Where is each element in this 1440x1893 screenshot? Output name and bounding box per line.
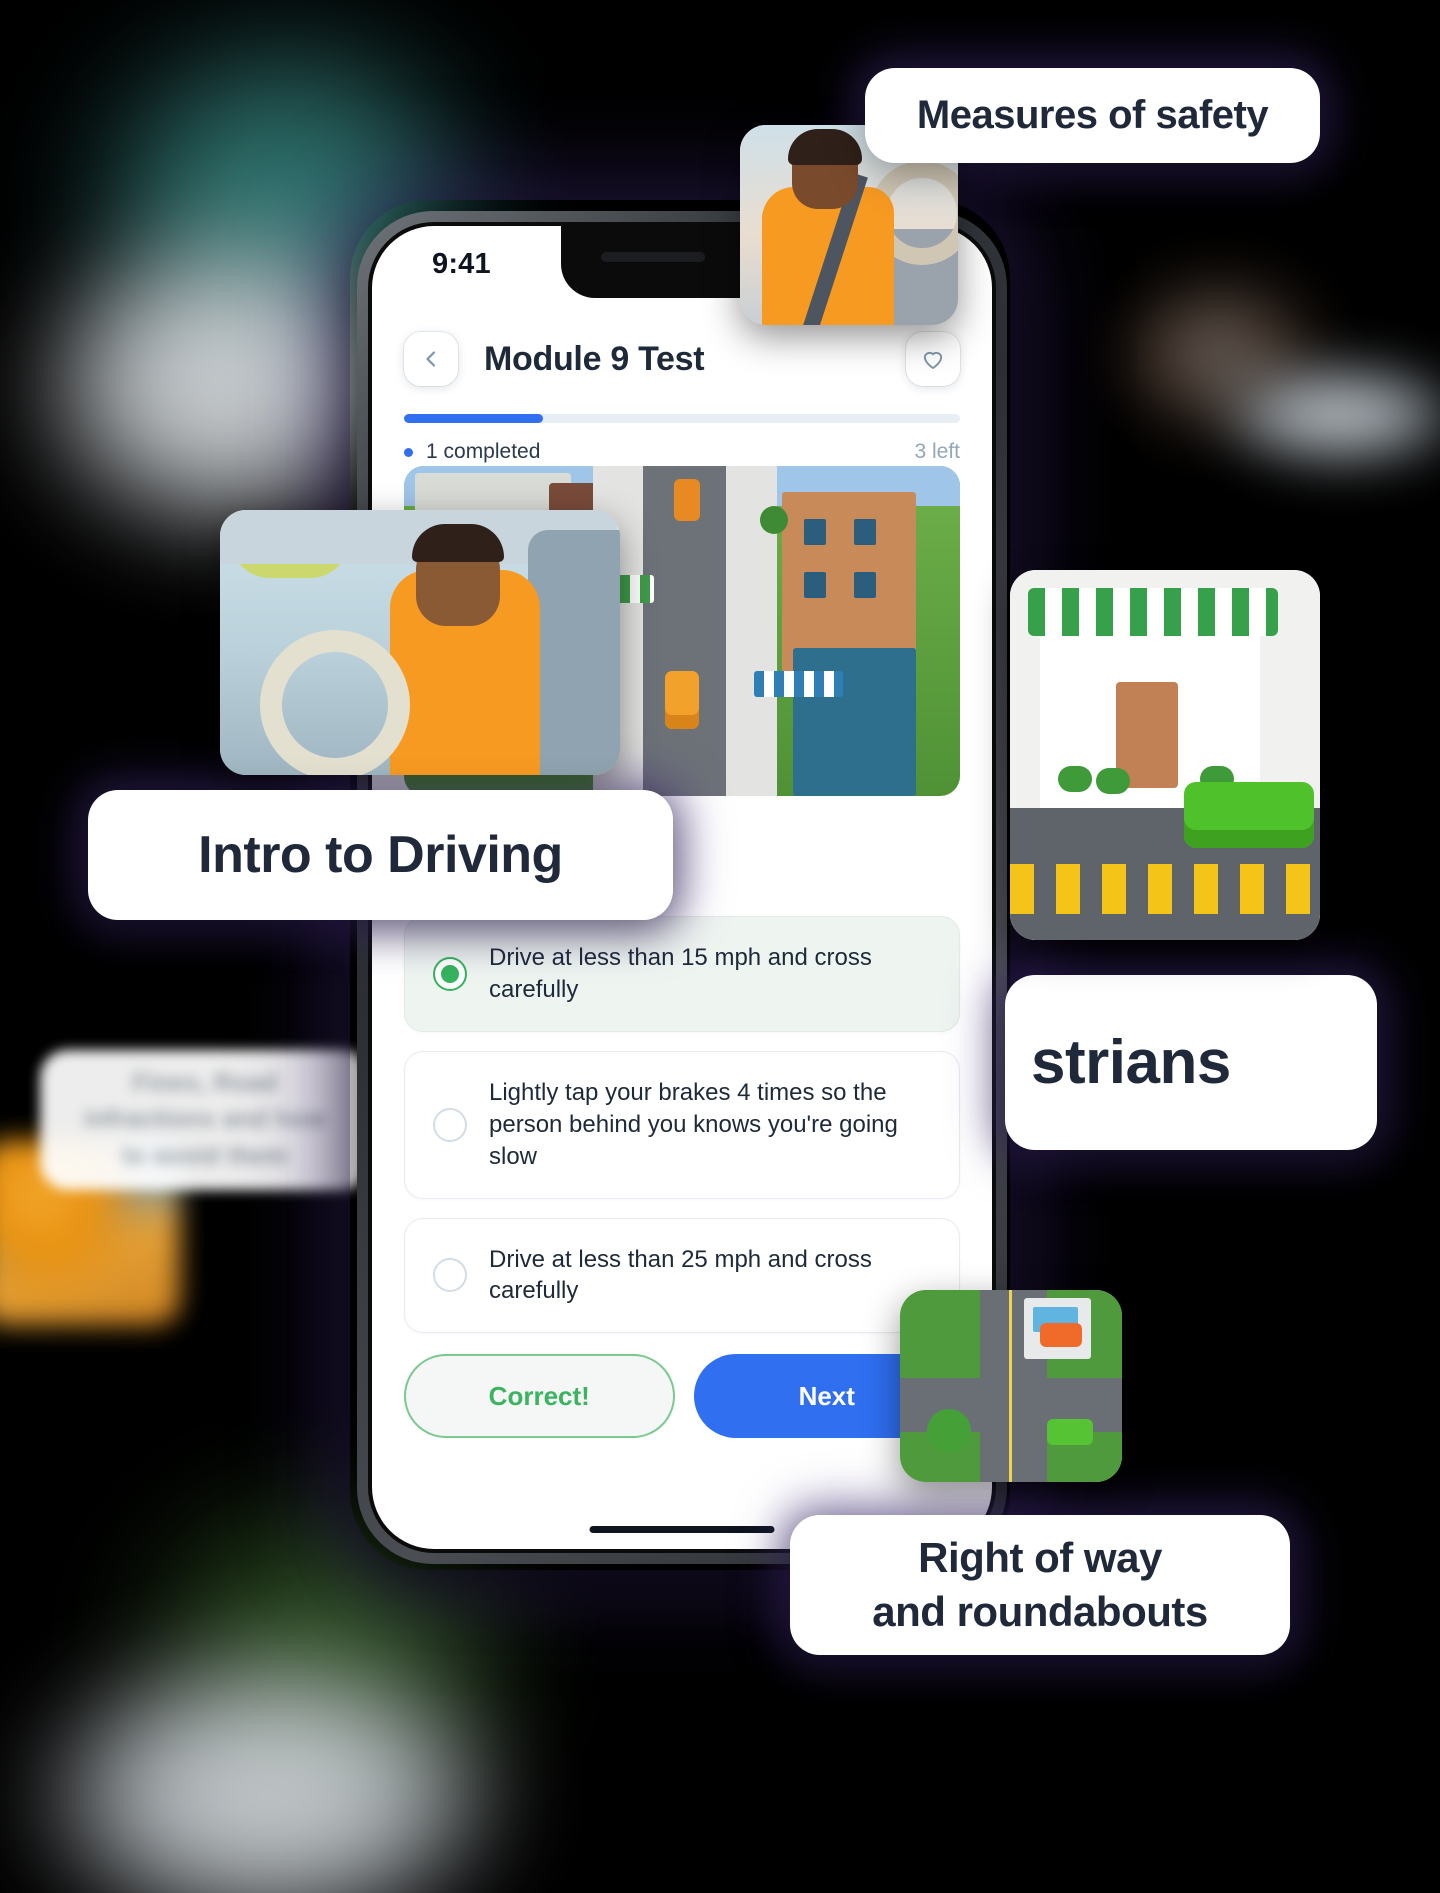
chip-intro-label: Intro to Driving [198,826,563,884]
scene-tree-3 [759,505,788,534]
thumbnail-driver [220,510,620,775]
scene-window-4 [854,571,877,598]
chip-intro-to-driving[interactable]: Intro to Driving [88,790,673,920]
promo-composition: Fines, Road infractions and how to avoid… [0,0,1440,1893]
storefront-crosswalk [1010,864,1320,914]
chip-pedestrians-label: strians [1031,1028,1231,1097]
favorite-button[interactable] [906,332,960,386]
answer-option-label: Drive at less than 25 mph and cross care… [489,1245,872,1305]
chip-safety-label: Measures of safety [916,93,1269,137]
app-header: Module 9 Test [372,322,992,396]
progress-left-label: 3 left [914,440,960,463]
chip-pedestrians[interactable]: strians [1005,975,1377,1150]
next-label: Next [798,1380,855,1411]
feedback-button[interactable]: Correct! [404,1354,675,1438]
chip-fines-line1: Fines, Road [132,1068,278,1097]
thumbnail-intersection [900,1290,1122,1482]
status-bar-time: 9:41 [432,248,491,280]
page-title: Module 9 Test [484,339,705,378]
radio-button-icon[interactable] [433,956,467,991]
intersection-car-green [1046,1418,1093,1445]
answer-option-label: Lightly tap your brakes 4 times so the p… [489,1078,898,1170]
storefront-green-car [1184,782,1314,848]
earpiece-speaker [601,252,705,262]
chip-fines-line3: to avoid them [121,1141,289,1170]
progress-section: 1 completed 3 left [404,414,960,464]
intersection-center-line [1008,1290,1012,1482]
progress-completed-label: 1 completed [426,440,541,463]
home-indicator [589,1526,775,1533]
radio-button-icon[interactable] [433,1107,467,1142]
intersection-tree [926,1409,971,1454]
driver-person-hair [412,524,504,562]
chip-right-of-way-line2: and roundabouts [872,1588,1208,1635]
chip-right-of-way-text: Right of way and roundabouts [872,1531,1208,1639]
scene-awning-blue [754,670,844,697]
chip-measures-of-safety[interactable]: Measures of safety [865,68,1320,163]
answer-option-2[interactable]: Lightly tap your brakes 4 times so the p… [404,1050,960,1199]
radio-button-icon[interactable] [433,1258,467,1293]
progress-bar-track [404,414,960,423]
action-buttons: Correct! Next [404,1354,960,1438]
driver-steering-wheel [260,630,410,775]
heart-icon [921,348,945,370]
scene-car-orange [665,670,699,729]
chip-fines-blurred: Fines, Road infractions and how to avoid… [40,1050,370,1190]
answer-option-1[interactable]: Drive at less than 15 mph and cross care… [404,916,960,1032]
answer-option-label: Drive at less than 15 mph and cross care… [489,944,872,1003]
storefront-bush-left [1058,766,1092,792]
scene-window-2 [854,518,877,545]
scene-window-1 [804,518,827,545]
chip-fines-line2: infractions and how [84,1105,326,1134]
intersection-car-orange [1039,1322,1082,1347]
storefront-awning [1028,588,1278,636]
back-button[interactable] [404,332,458,386]
progress-completed-group: 1 completed [404,440,540,464]
thumbnail-storefront [1010,570,1320,940]
chevron-left-icon [421,349,441,369]
scene-car-far [673,479,700,522]
driver-car-door [528,530,620,775]
progress-bar-fill [404,414,543,423]
answer-options-list: Drive at less than 15 mph and cross care… [404,916,960,1352]
scene-building-blue [793,647,916,796]
answer-option-3[interactable]: Drive at less than 25 mph and cross care… [404,1217,960,1334]
storefront-bush-mid [1096,768,1130,794]
feedback-label: Correct! [488,1380,590,1411]
scene-window-3 [804,571,827,598]
background-blob-right-lower [1210,360,1440,470]
progress-dot-icon [404,447,413,457]
chip-right-of-way-line1: Right of way [918,1534,1162,1582]
progress-labels: 1 completed 3 left [404,440,960,464]
chip-right-of-way[interactable]: Right of way and roundabouts [790,1515,1290,1655]
